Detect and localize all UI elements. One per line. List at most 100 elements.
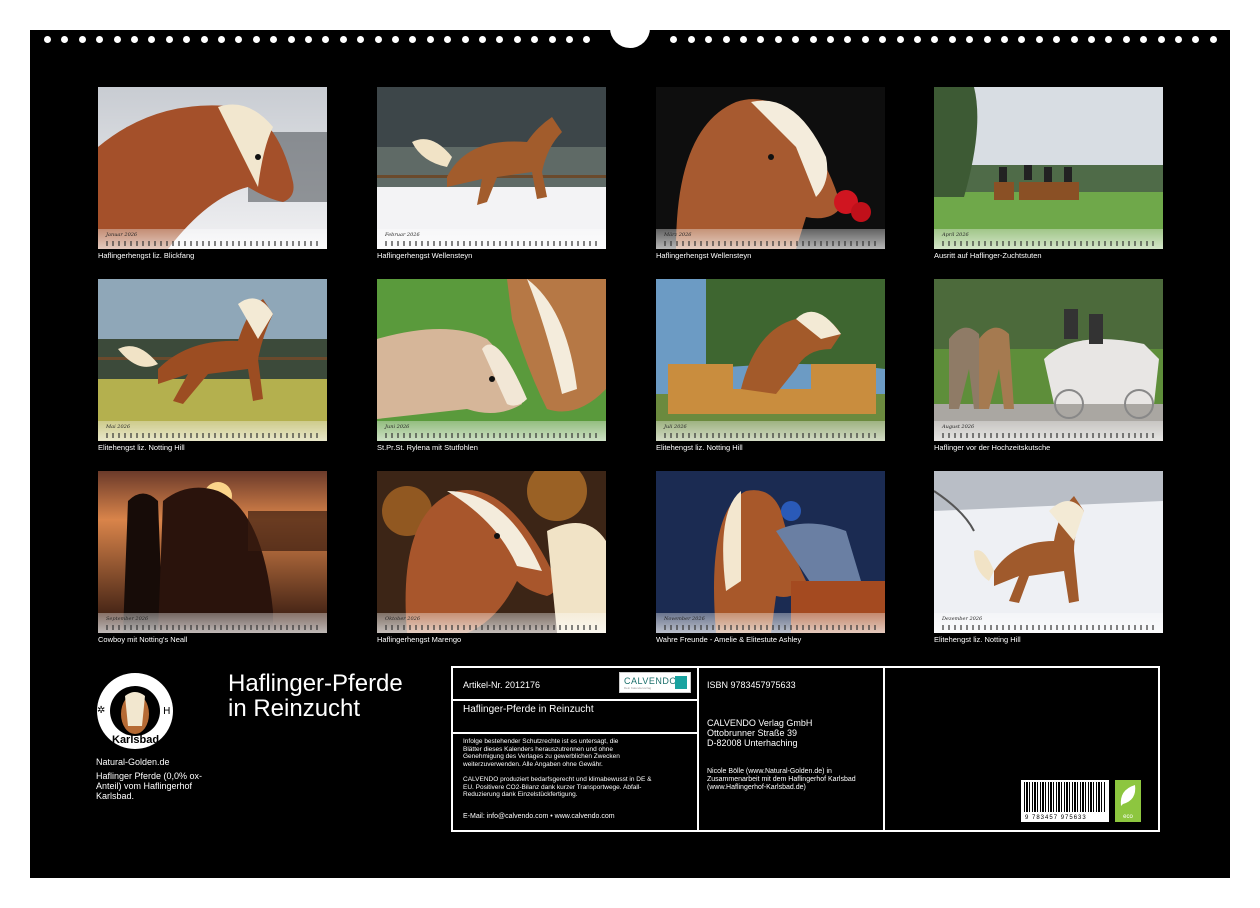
binding-hole — [270, 36, 278, 43]
binding-hole — [1157, 36, 1165, 43]
calendar-days — [106, 433, 321, 438]
binding-hole — [740, 36, 747, 43]
binding-hole — [774, 36, 782, 43]
binding-hole — [305, 36, 312, 43]
binding-hole — [1001, 36, 1008, 43]
binding-hole — [513, 36, 521, 43]
isbn-barcode: 9 783457 975633 — [1021, 780, 1109, 822]
month-label: September 2026 — [106, 616, 149, 622]
product-info-box: Artikel-Nr. 2012176 CALVENDO Dein Kalend… — [451, 666, 1160, 832]
month-label: Dezember 2026 — [942, 616, 983, 622]
binding-hole — [931, 36, 939, 43]
publisher-address: CALVENDO Verlag GmbH Ottobrunner Straße … — [707, 718, 813, 748]
binding-hole — [827, 36, 834, 43]
title-line-2: in Reinzucht — [228, 695, 361, 722]
calvendo-mark-icon — [675, 676, 687, 689]
logo-description-3: Karlsbad. — [96, 791, 135, 801]
binding-hole — [496, 36, 504, 43]
photo-caption: Wahre Freunde - Amelie & Elitestute Ashl… — [656, 635, 802, 644]
binding-hole — [914, 36, 921, 43]
binding-hole — [322, 36, 330, 43]
month-label: Mai 2026 — [106, 424, 131, 430]
binding-hole — [78, 36, 86, 43]
hanger-hole — [610, 8, 650, 48]
photo-february: Februar 2026 — [377, 87, 606, 249]
photo-july: Juli 2026 — [656, 279, 885, 441]
binding-hole — [96, 36, 104, 43]
binding-hole — [1070, 36, 1078, 43]
binding-hole — [218, 36, 225, 43]
photo-caption: St.Pr.St. Rylena mit Stutfohlen — [377, 443, 478, 452]
calendar-title: Haflinger-Pferde in Reinzucht — [228, 671, 403, 721]
divider — [697, 668, 699, 830]
binding-hole — [948, 36, 956, 43]
calvendo-logo-text: CALVENDO — [624, 676, 677, 686]
binding-hole — [583, 36, 591, 43]
binding-hole — [1140, 36, 1148, 43]
photo-november: November 2026 — [656, 471, 885, 633]
isbn: ISBN 9783457975633 — [707, 680, 796, 690]
binding-hole — [165, 36, 173, 43]
month-label: Januar 2026 — [106, 232, 138, 238]
logo-description-1: Haflinger Pferde (0,0% ox- — [96, 771, 203, 781]
photo-caption: Ausritt auf Haflinger-Zuchtstuten — [934, 251, 1042, 260]
binding-hole — [896, 36, 904, 43]
photo-october: Oktober 2026 — [377, 471, 606, 633]
binding-hole — [235, 36, 243, 43]
month-label: April 2026 — [942, 232, 969, 238]
binding-hole — [966, 36, 974, 43]
logo-description-2: Anteil) vom Haflingerhof — [96, 781, 193, 791]
binding-hole — [200, 36, 208, 43]
photo-caption: Elitehengst liz. Notting Hill — [98, 443, 185, 452]
photo-caption: Cowboy mit Notting's Neall — [98, 635, 188, 644]
calendar-days — [664, 433, 879, 438]
binding-hole — [374, 36, 382, 43]
photo-caption: Elitehengst liz. Notting Hill — [656, 443, 743, 452]
binding-hole — [687, 36, 695, 43]
photo-caption: Haflingerhengst Wellensteyn — [656, 251, 752, 260]
month-label: März 2026 — [664, 232, 692, 238]
binding-hole — [426, 36, 434, 43]
binding-hole — [183, 36, 191, 43]
product-title: Haflinger-Pferde in Reinzucht — [463, 704, 594, 715]
month-label: Februar 2026 — [385, 232, 420, 238]
photo-september: September 2026 — [98, 471, 327, 633]
month-label: Oktober 2026 — [385, 616, 421, 622]
eco-leaf-icon: eco — [1115, 780, 1141, 822]
binding-hole — [113, 36, 121, 43]
binding-hole — [844, 36, 852, 43]
photo-april: April 2026 — [934, 87, 1163, 249]
binding-hole — [357, 36, 365, 43]
binding-hole — [1209, 36, 1217, 43]
binding-hole — [983, 36, 991, 43]
calendar-days — [942, 625, 1157, 630]
month-label: August 2026 — [942, 424, 975, 430]
photo-caption: Elitehengst liz. Notting Hill — [934, 635, 1021, 644]
divider — [883, 668, 885, 830]
calendar-days — [385, 625, 600, 630]
binding-hole — [1035, 36, 1043, 43]
binding-hole — [1122, 36, 1130, 43]
binding-hole — [479, 36, 486, 43]
binding-hole — [461, 36, 469, 43]
title-line-1: Haflinger-Pferde — [228, 670, 403, 697]
binding-hole — [531, 36, 539, 43]
binding-hole — [148, 36, 156, 43]
binding-hole — [1018, 36, 1026, 43]
binding-hole — [1175, 36, 1182, 43]
binding-hole — [792, 36, 800, 43]
binding-hole — [757, 36, 765, 43]
svg-text:✲: ✲ — [97, 705, 105, 716]
haflingerhof-logo: ✲ H Haflingerhof Karlsbad — [90, 650, 180, 756]
photo-may: Mai 2026 — [98, 279, 327, 441]
calvendo-logo-sub: Dein Kalenderverlag — [624, 686, 652, 690]
binding-hole — [392, 36, 399, 43]
logo-bottom-text: Karlsbad — [112, 734, 160, 746]
legal-notice: Infolge bestehender Schutzrechte ist es … — [463, 738, 620, 768]
binding-hole — [566, 36, 573, 43]
eco-notice: CALVENDO produziert bedarfsgerecht und k… — [463, 776, 652, 798]
svg-text:H: H — [163, 706, 171, 717]
eco-label: eco — [1123, 814, 1133, 820]
logo-site: Natural-Golden.de — [96, 757, 170, 767]
photo-december: Dezember 2026 — [934, 471, 1163, 633]
